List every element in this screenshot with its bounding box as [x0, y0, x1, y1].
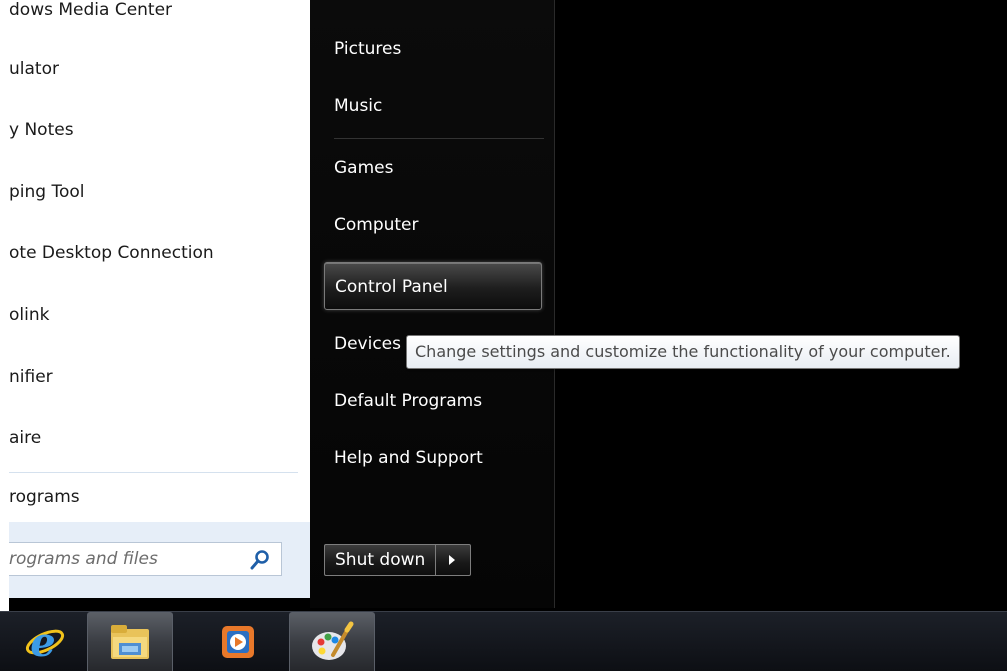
menu-item-music[interactable]: Music	[324, 82, 542, 130]
program-item-media-center[interactable]: dows Media Center	[9, 0, 172, 30]
menu-item-default-programs[interactable]: Default Programs	[324, 377, 542, 425]
menu-item-control-panel[interactable]: Control Panel	[324, 262, 542, 310]
all-programs-item[interactable]: rograms	[9, 477, 80, 517]
program-item-snipping-tool[interactable]: ping Tool	[9, 172, 85, 212]
control-panel-tooltip: Change settings and customize the functi…	[406, 335, 960, 369]
programs-pane: dows Media Center ulator y Notes ping To…	[9, 0, 310, 598]
taskbar-media-player[interactable]	[195, 612, 281, 671]
menu-item-computer[interactable]: Computer	[324, 201, 542, 249]
menu-item-games[interactable]: Games	[324, 144, 542, 192]
programs-separator	[9, 472, 298, 473]
paint-icon	[312, 621, 354, 660]
taskbar: e	[0, 611, 1007, 671]
taskbar-paint[interactable]	[289, 612, 375, 671]
search-box[interactable]	[9, 542, 282, 576]
media-player-icon	[222, 626, 254, 658]
program-item-calculator[interactable]: ulator	[9, 49, 59, 89]
taskbar-internet-explorer[interactable]: e	[0, 612, 86, 671]
program-item-sticky-notes[interactable]: y Notes	[9, 110, 74, 150]
menu-item-pictures[interactable]: Pictures	[324, 25, 542, 73]
chevron-right-icon	[449, 555, 456, 565]
shutdown-group: Shut down	[324, 544, 472, 576]
program-item-solitaire[interactable]: aire	[9, 418, 41, 458]
search-row	[9, 522, 310, 598]
internet-explorer-icon: e	[25, 619, 65, 666]
desktop-edge	[0, 0, 9, 611]
program-item-remote-desktop[interactable]: ote Desktop Connection	[9, 233, 214, 273]
shutdown-button[interactable]: Shut down	[324, 544, 436, 576]
taskbar-windows-explorer[interactable]	[87, 612, 173, 671]
places-pane: Pictures Music Games Computer Control Pa…	[310, 0, 555, 608]
menu-item-help-and-support[interactable]: Help and Support	[324, 434, 542, 482]
program-item-magnifier[interactable]: nifier	[9, 357, 53, 397]
places-separator	[334, 138, 544, 139]
svg-text:e: e	[30, 619, 55, 666]
search-icon[interactable]	[249, 549, 271, 571]
shutdown-options-button[interactable]	[435, 544, 472, 576]
search-input[interactable]	[9, 543, 247, 575]
program-item-olink[interactable]: olink	[9, 295, 49, 335]
windows-explorer-icon	[111, 625, 149, 659]
